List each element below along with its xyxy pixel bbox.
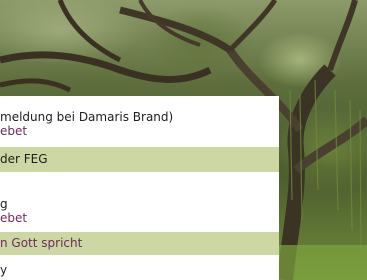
schedule-line-feg: der FEG <box>0 147 279 172</box>
schedule-line-prayer-2: ebet <box>0 211 28 225</box>
schedule-line-registration: meldung bei Damaris Brand) <box>0 110 174 124</box>
schedule-line-g: g <box>0 197 8 211</box>
schedule-line-prayer-1: ebet <box>0 124 28 138</box>
schedule-line-god-speaks: n Gott spricht <box>0 232 279 255</box>
schedule-line-y: y <box>0 263 8 277</box>
schedule-panel: meldung bei Damaris Brand) ebet der FEG … <box>0 96 279 280</box>
